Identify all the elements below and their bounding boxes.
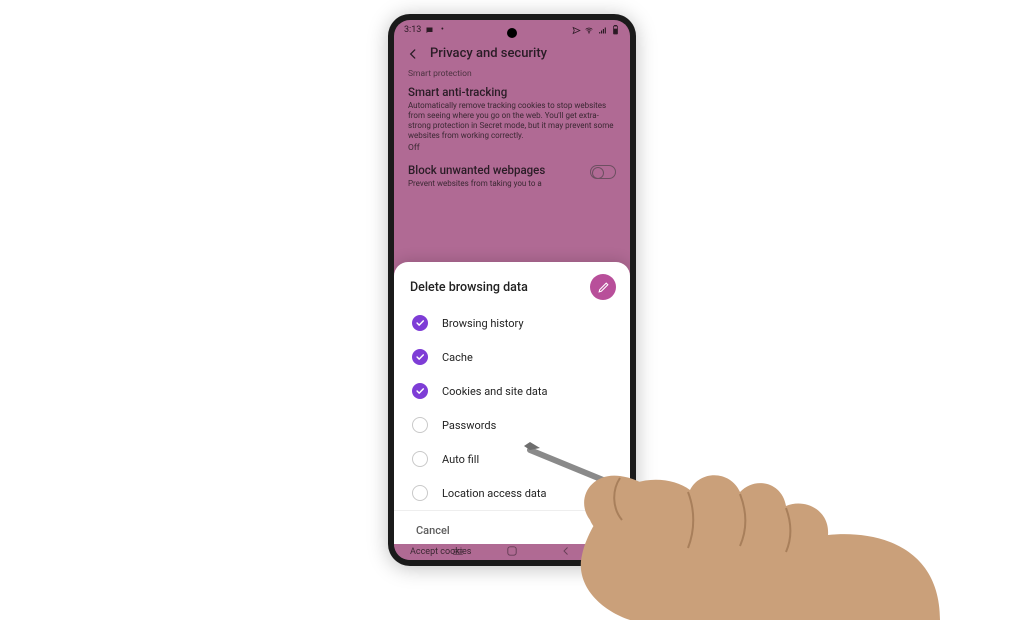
signal-icon <box>597 25 607 35</box>
option-row[interactable]: Browsing history <box>394 306 630 340</box>
phone-screen: 3:13 • <box>394 20 630 560</box>
sheet-actions: Cancel <box>394 510 630 540</box>
edit-button[interactable] <box>590 274 616 300</box>
settings-body: Smart protection Smart anti-tracking Aut… <box>394 69 630 189</box>
page-header: Privacy and security <box>394 40 630 69</box>
page-title: Privacy and security <box>430 46 547 61</box>
nav-home-icon[interactable] <box>506 542 518 561</box>
wifi-icon <box>584 25 594 35</box>
more-icon: • <box>437 25 447 35</box>
system-nav-bar <box>394 544 630 558</box>
option-label: Auto fill <box>442 453 479 466</box>
back-icon[interactable] <box>406 47 420 61</box>
status-time: 3:13 <box>404 25 421 35</box>
option-label: Cache <box>442 351 473 364</box>
setting-desc: Automatically remove tracking cookies to… <box>408 101 616 141</box>
setting-smart-anti-tracking[interactable]: Smart anti-tracking Automatically remove… <box>408 85 616 153</box>
option-row[interactable]: Passwords <box>394 408 630 442</box>
option-row[interactable]: Location access data <box>394 476 630 510</box>
setting-desc: Prevent websites from taking you to a <box>408 179 545 189</box>
checkbox-checked-icon[interactable] <box>412 349 428 365</box>
option-row[interactable]: Cache <box>394 340 630 374</box>
option-row[interactable]: Cookies and site data <box>394 374 630 408</box>
sheet-options: Browsing history Cache Cookies and site da… <box>394 306 630 510</box>
setting-title: Block unwanted webpages <box>408 163 545 177</box>
pencil-icon <box>597 281 610 294</box>
checkbox-checked-icon[interactable] <box>412 383 428 399</box>
delete-browsing-data-sheet: Delete browsing data Browsing history Cac… <box>394 262 630 544</box>
checkbox-unchecked-icon[interactable] <box>412 417 428 433</box>
camera-hole <box>507 28 517 38</box>
setting-block-unwanted-pages[interactable]: Block unwanted webpages Prevent websites… <box>408 163 616 189</box>
setting-state: Off <box>408 143 616 153</box>
nav-back-icon[interactable] <box>560 542 572 561</box>
toggle-switch[interactable] <box>590 165 616 179</box>
send-icon <box>571 25 581 35</box>
option-label: Passwords <box>442 419 496 432</box>
option-row[interactable]: Auto fill <box>394 442 630 476</box>
sheet-title: Delete browsing data <box>410 280 528 295</box>
option-label: Browsing history <box>442 317 524 330</box>
option-label: Location access data <box>442 487 546 500</box>
checkbox-unchecked-icon[interactable] <box>412 451 428 467</box>
battery-icon <box>610 25 620 35</box>
setting-title: Smart anti-tracking <box>408 85 616 99</box>
checkbox-unchecked-icon[interactable] <box>412 485 428 501</box>
checkbox-checked-icon[interactable] <box>412 315 428 331</box>
cancel-button[interactable]: Cancel <box>416 524 450 537</box>
option-label: Cookies and site data <box>442 385 547 398</box>
section-label-smart-protection: Smart protection <box>408 69 616 79</box>
phone-frame: 3:13 • <box>388 14 636 566</box>
nav-recents-icon[interactable] <box>452 542 464 561</box>
message-icon <box>424 25 434 35</box>
